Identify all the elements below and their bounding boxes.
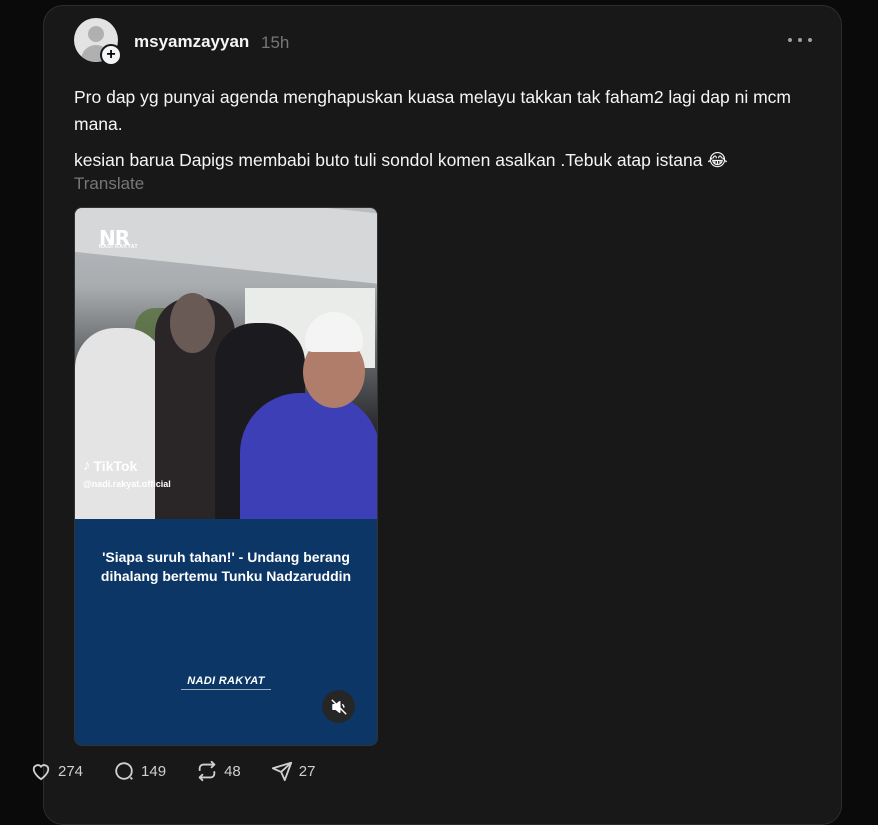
mute-button[interactable] bbox=[322, 690, 355, 723]
post-time[interactable]: 15h bbox=[261, 33, 289, 53]
tiktok-label: TikTok bbox=[93, 457, 138, 474]
translate-link[interactable]: Translate bbox=[74, 174, 144, 194]
video-headline: 'Siapa suruh tahan!' - Undang berang dih… bbox=[100, 549, 352, 584]
share-button[interactable]: 27 bbox=[271, 760, 316, 782]
comment-button[interactable]: 149 bbox=[113, 760, 166, 782]
follow-plus-icon[interactable]: + bbox=[100, 44, 122, 66]
tiktok-icon: ♪ bbox=[83, 457, 91, 474]
video-media[interactable]: NR NADI RAKYAT ♪ TikTok @nadi.rakyat.off… bbox=[74, 207, 378, 746]
avatar-placeholder-icon bbox=[88, 26, 104, 42]
repost-button[interactable]: 48 bbox=[196, 760, 241, 782]
comment-bubble-icon bbox=[115, 762, 133, 780]
heart-icon bbox=[32, 764, 50, 781]
tiktok-handle: @nadi.rakyat.official bbox=[83, 479, 171, 489]
post-card[interactable]: + msyamzayyan 15h Pro dap yg punyai agen… bbox=[43, 5, 842, 825]
nadi-rakyat-logo-sub: NADI RAKYAT bbox=[99, 244, 139, 250]
more-options-icon[interactable] bbox=[788, 30, 812, 50]
repost-count: 48 bbox=[224, 762, 241, 780]
share-count: 27 bbox=[298, 762, 316, 780]
send-icon bbox=[271, 761, 292, 782]
repost-icon bbox=[198, 760, 216, 782]
like-button[interactable]: 274 bbox=[30, 760, 83, 782]
video-frame: NR NADI RAKYAT ♪ TikTok @nadi.rakyat.off… bbox=[75, 208, 377, 519]
like-count: 274 bbox=[58, 762, 84, 780]
comment-count: 149 bbox=[141, 762, 167, 780]
tiktok-watermark: ♪ TikTok bbox=[83, 457, 137, 474]
post-text-paragraph-2: kesian barua Dapigs membabi buto tuli so… bbox=[74, 150, 728, 170]
post-actions: 274 149 48 27 bbox=[30, 760, 345, 782]
muted-speaker-icon bbox=[331, 699, 346, 714]
post-text-paragraph-1: Pro dap yg punyai agenda menghapuskan ku… bbox=[74, 87, 791, 134]
video-brand: NADI RAKYAT bbox=[187, 675, 265, 687]
username[interactable]: msyamzayyan bbox=[134, 32, 249, 52]
